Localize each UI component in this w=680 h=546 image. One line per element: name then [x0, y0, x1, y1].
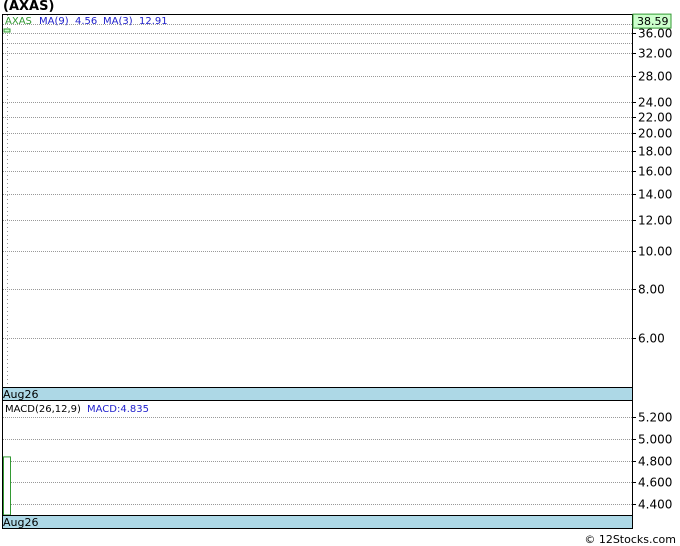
price-tick-label: 18.00 [638, 145, 672, 159]
macd-tick-label: 4.800 [638, 455, 672, 469]
macd-date-band [2, 515, 633, 529]
price-axis: 6.00 8.00 10.00 12.00 14.00 16.00 18.00 20.00 22… [632, 27, 672, 346]
macd-bar [3, 456, 11, 516]
macd-label: MACD(26,12,9) [5, 404, 81, 415]
price-tick-label: 8.00 [638, 283, 665, 297]
legend-ma9-value: 4.56 [75, 16, 97, 27]
price-date-band [2, 387, 633, 401]
stock-chart: 6.00 8.00 10.00 12.00 14.00 16.00 18.00 20.00 22… [2, 13, 672, 529]
price-tick-label: 14.00 [638, 188, 672, 202]
price-tick-label: 20.00 [638, 127, 672, 141]
price-date-label: Aug26 [3, 388, 38, 401]
legend-ma9-label: MA(9) [39, 16, 69, 27]
legend-ticker: AXAS [5, 16, 32, 27]
macd-value-label: MACD:4.835 [87, 404, 149, 415]
macd-axis: 4.400 4.600 4.800 5.000 5.200 [632, 411, 672, 512]
last-price-label: 38.59 [637, 15, 669, 28]
price-tick-label: 6.00 [638, 332, 665, 346]
price-tick-label: 22.00 [638, 111, 672, 125]
price-tick-label: 12.00 [638, 214, 672, 228]
price-tick-label: 24.00 [638, 96, 672, 110]
credit: © 12Stocks.com [584, 533, 676, 546]
macd-date-label: Aug26 [3, 516, 38, 529]
legend-ma3-label: MA(3) [103, 16, 133, 27]
macd-tick-label: 4.400 [638, 498, 672, 512]
price-bar-mark [3, 28, 11, 33]
price-tick-label: 10.00 [638, 245, 672, 259]
price-tick-label: 16.00 [638, 165, 672, 179]
macd-tick-label: 4.600 [638, 476, 672, 490]
price-tick-label: 32.00 [638, 47, 672, 61]
macd-tick-label: 5.000 [638, 433, 672, 447]
macd-bars [3, 456, 11, 516]
macd-tick-label: 5.200 [638, 411, 672, 425]
price-tick-label: 28.00 [638, 70, 672, 84]
price-panel-frame [2, 14, 633, 388]
legend-ma3-value: 12.91 [139, 16, 168, 27]
